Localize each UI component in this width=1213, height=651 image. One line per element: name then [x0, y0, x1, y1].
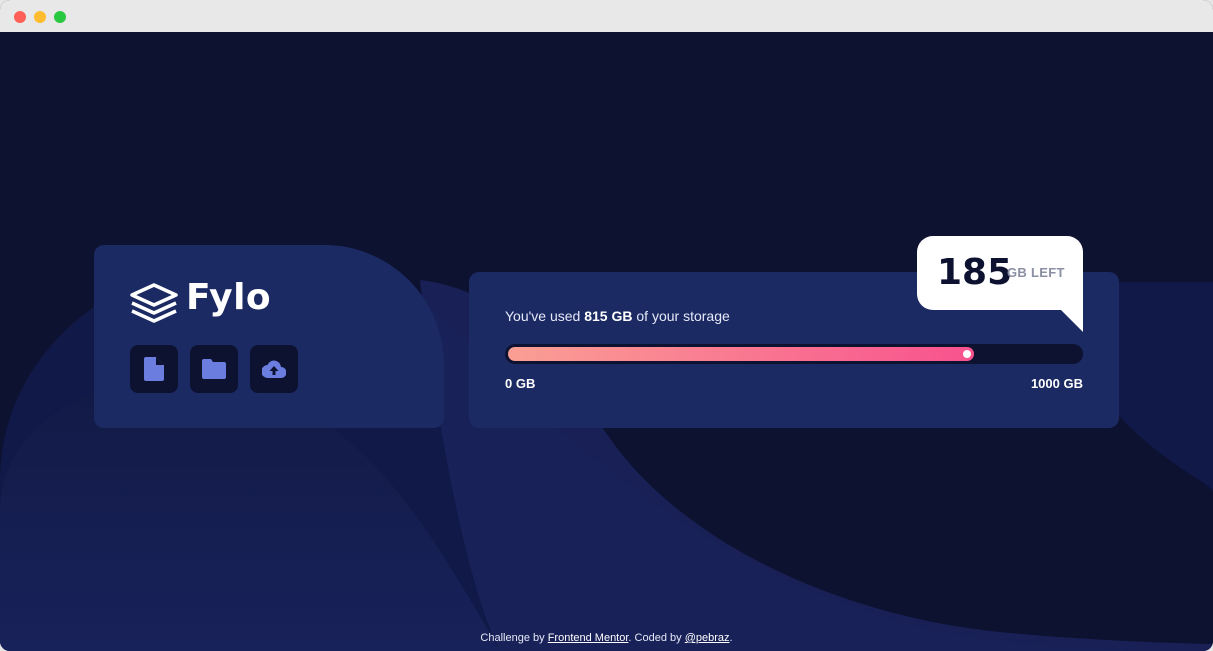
browser-window: Fylo You've used 815 GB of your storage … — [0, 0, 1213, 651]
storage-left-unit: GB LEFT — [1007, 265, 1065, 280]
folder-button[interactable] — [190, 345, 238, 393]
frontend-mentor-link[interactable]: Frontend Mentor — [548, 632, 629, 644]
layers-icon — [130, 283, 178, 323]
title-bar — [0, 0, 1213, 33]
folder-icon — [202, 359, 226, 379]
brand-panel: Fylo — [94, 245, 444, 428]
attribution: Challenge by Frontend Mentor. Coded by @… — [0, 632, 1213, 644]
storage-max-label: 1000 GB — [1030, 376, 1083, 391]
callout-tail — [1061, 310, 1083, 332]
storage-min-label: 0 GB — [505, 376, 536, 391]
upload-icon — [262, 360, 286, 378]
page-content: Fylo You've used 815 GB of your storage … — [0, 32, 1213, 651]
attribution-middle: . Coded by — [628, 632, 682, 644]
minimize-button[interactable] — [34, 11, 46, 23]
progress-knob — [963, 350, 971, 358]
logo: Fylo — [130, 277, 272, 323]
close-button[interactable] — [14, 11, 26, 23]
document-button[interactable] — [130, 345, 178, 393]
storage-progress-fill — [508, 347, 974, 361]
attribution-suffix: . — [729, 632, 733, 644]
document-icon — [144, 357, 164, 381]
brand-name: Fylo — [186, 277, 272, 318]
storage-summary: You've used 815 GB of your storage — [505, 308, 730, 324]
storage-progress-track — [505, 344, 1083, 364]
attribution-prefix: Challenge by — [480, 632, 545, 644]
storage-left-callout: 185 GB LEFT — [917, 236, 1083, 332]
storage-suffix: of your storage — [636, 308, 730, 324]
storage-used-value: 815 GB — [584, 308, 633, 324]
upload-button[interactable] — [250, 345, 298, 393]
storage-left-value: 185 — [937, 252, 1013, 293]
author-link[interactable]: @pebraz — [685, 632, 730, 644]
storage-prefix: You've used — [505, 308, 581, 324]
maximize-button[interactable] — [54, 11, 66, 23]
